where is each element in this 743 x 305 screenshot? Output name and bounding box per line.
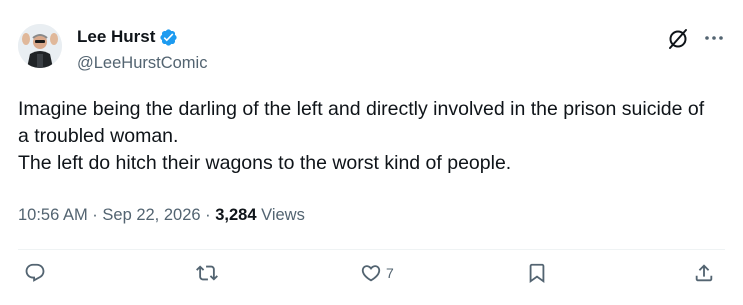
bookmark-button[interactable] <box>526 262 548 284</box>
tweet-time[interactable]: 10:56 AM <box>18 206 88 224</box>
tweet-meta: 10:56 AM · Sep 22, 2026 · 3,284 Views <box>18 206 305 225</box>
more-dots-icon[interactable] <box>702 26 726 50</box>
heart-icon <box>361 265 381 282</box>
like-count: 7 <box>386 265 394 281</box>
avatar-image <box>18 24 62 68</box>
author-name[interactable]: Lee Hurst <box>77 27 155 47</box>
repost-button[interactable] <box>196 262 218 284</box>
like-button[interactable]: 7 <box>360 262 394 284</box>
reply-button[interactable] <box>24 262 46 284</box>
views-count: 3,284 <box>215 206 257 224</box>
verified-badge-icon <box>159 28 178 47</box>
meta-separator: · <box>200 206 216 224</box>
action-bar: 7 <box>0 262 743 292</box>
reply-icon <box>25 263 45 282</box>
tweet-text: Imagine being the darling of the left an… <box>18 96 718 177</box>
tweet-date[interactable]: Sep 22, 2026 <box>102 206 200 224</box>
tweet-text-line-1: Imagine being the darling of the left an… <box>18 98 705 147</box>
author-handle[interactable]: @LeeHurstComic <box>77 54 207 73</box>
bookmark-icon <box>529 263 545 284</box>
avatar[interactable] <box>18 24 62 68</box>
share-icon <box>695 264 713 282</box>
divider <box>18 249 725 250</box>
share-button[interactable] <box>693 262 715 284</box>
grok-icon[interactable] <box>666 27 690 51</box>
tweet: Lee Hurst @LeeHurstComic Imagine being t… <box>0 0 743 305</box>
meta-separator: · <box>87 206 103 224</box>
tweet-text-line-2: The left do hitch their wagons to the wo… <box>18 152 512 174</box>
repost-icon <box>196 265 218 281</box>
author-row: Lee Hurst <box>77 27 178 47</box>
views-label: Views <box>256 206 305 224</box>
